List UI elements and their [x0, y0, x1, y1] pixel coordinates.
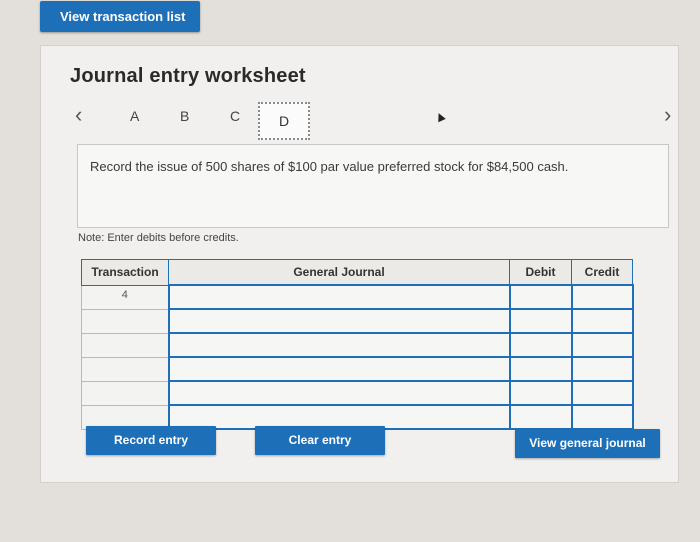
table-row: [81, 380, 634, 406]
credit-input[interactable]: [570, 356, 634, 382]
record-entry-button[interactable]: Record entry: [86, 426, 216, 455]
table-row: 4: [81, 284, 634, 310]
debit-input[interactable]: [508, 332, 573, 358]
transaction-cell: 4: [81, 284, 169, 310]
worksheet-title: Journal entry worksheet: [70, 65, 306, 87]
debit-input[interactable]: [508, 404, 573, 430]
prompt-box: Record the issue of 500 shares of $100 p…: [77, 144, 669, 228]
debit-input[interactable]: [508, 380, 573, 406]
view-transaction-list-button[interactable]: View transaction list: [40, 1, 200, 32]
account-input[interactable]: [167, 332, 511, 358]
credit-input[interactable]: [570, 284, 634, 310]
journal-table: Transaction General Journal Debit Credit…: [81, 259, 634, 430]
table-row: [81, 308, 634, 334]
table-row: [81, 356, 634, 382]
header-credit: Credit: [571, 259, 633, 286]
tab-d[interactable]: D: [258, 102, 310, 140]
account-input[interactable]: [167, 308, 511, 334]
debit-input[interactable]: [508, 308, 573, 334]
credit-input[interactable]: [570, 380, 634, 406]
transaction-cell: [81, 308, 169, 334]
credit-input[interactable]: [570, 332, 634, 358]
next-arrow-icon[interactable]: ›: [664, 104, 671, 126]
tab-b[interactable]: B: [180, 108, 189, 124]
note-text: Note: Enter debits before credits.: [78, 232, 239, 244]
tab-c[interactable]: C: [230, 108, 240, 124]
table-row: [81, 332, 634, 358]
view-general-journal-button[interactable]: View general journal: [515, 429, 660, 458]
credit-input[interactable]: [570, 404, 634, 430]
debit-input[interactable]: [508, 356, 573, 382]
header-general-journal: General Journal: [168, 259, 510, 286]
mouse-cursor-icon: ▲: [430, 105, 450, 127]
prompt-text: Record the issue of 500 shares of $100 p…: [90, 159, 569, 174]
transaction-cell: [81, 356, 169, 382]
header-transaction: Transaction: [81, 259, 169, 286]
credit-input[interactable]: [570, 308, 634, 334]
transaction-cell: [81, 332, 169, 358]
account-input[interactable]: [167, 356, 511, 382]
account-input[interactable]: [167, 380, 511, 406]
prev-arrow-icon[interactable]: ‹: [75, 104, 82, 126]
debit-input[interactable]: [508, 284, 573, 310]
transaction-cell: [81, 380, 169, 406]
clear-entry-button[interactable]: Clear entry: [255, 426, 385, 455]
header-debit: Debit: [509, 259, 572, 286]
journal-worksheet-panel: Journal entry worksheet ‹ A B C D ▲ › Re…: [40, 45, 679, 483]
tab-a[interactable]: A: [130, 108, 139, 124]
account-input[interactable]: [167, 284, 511, 310]
